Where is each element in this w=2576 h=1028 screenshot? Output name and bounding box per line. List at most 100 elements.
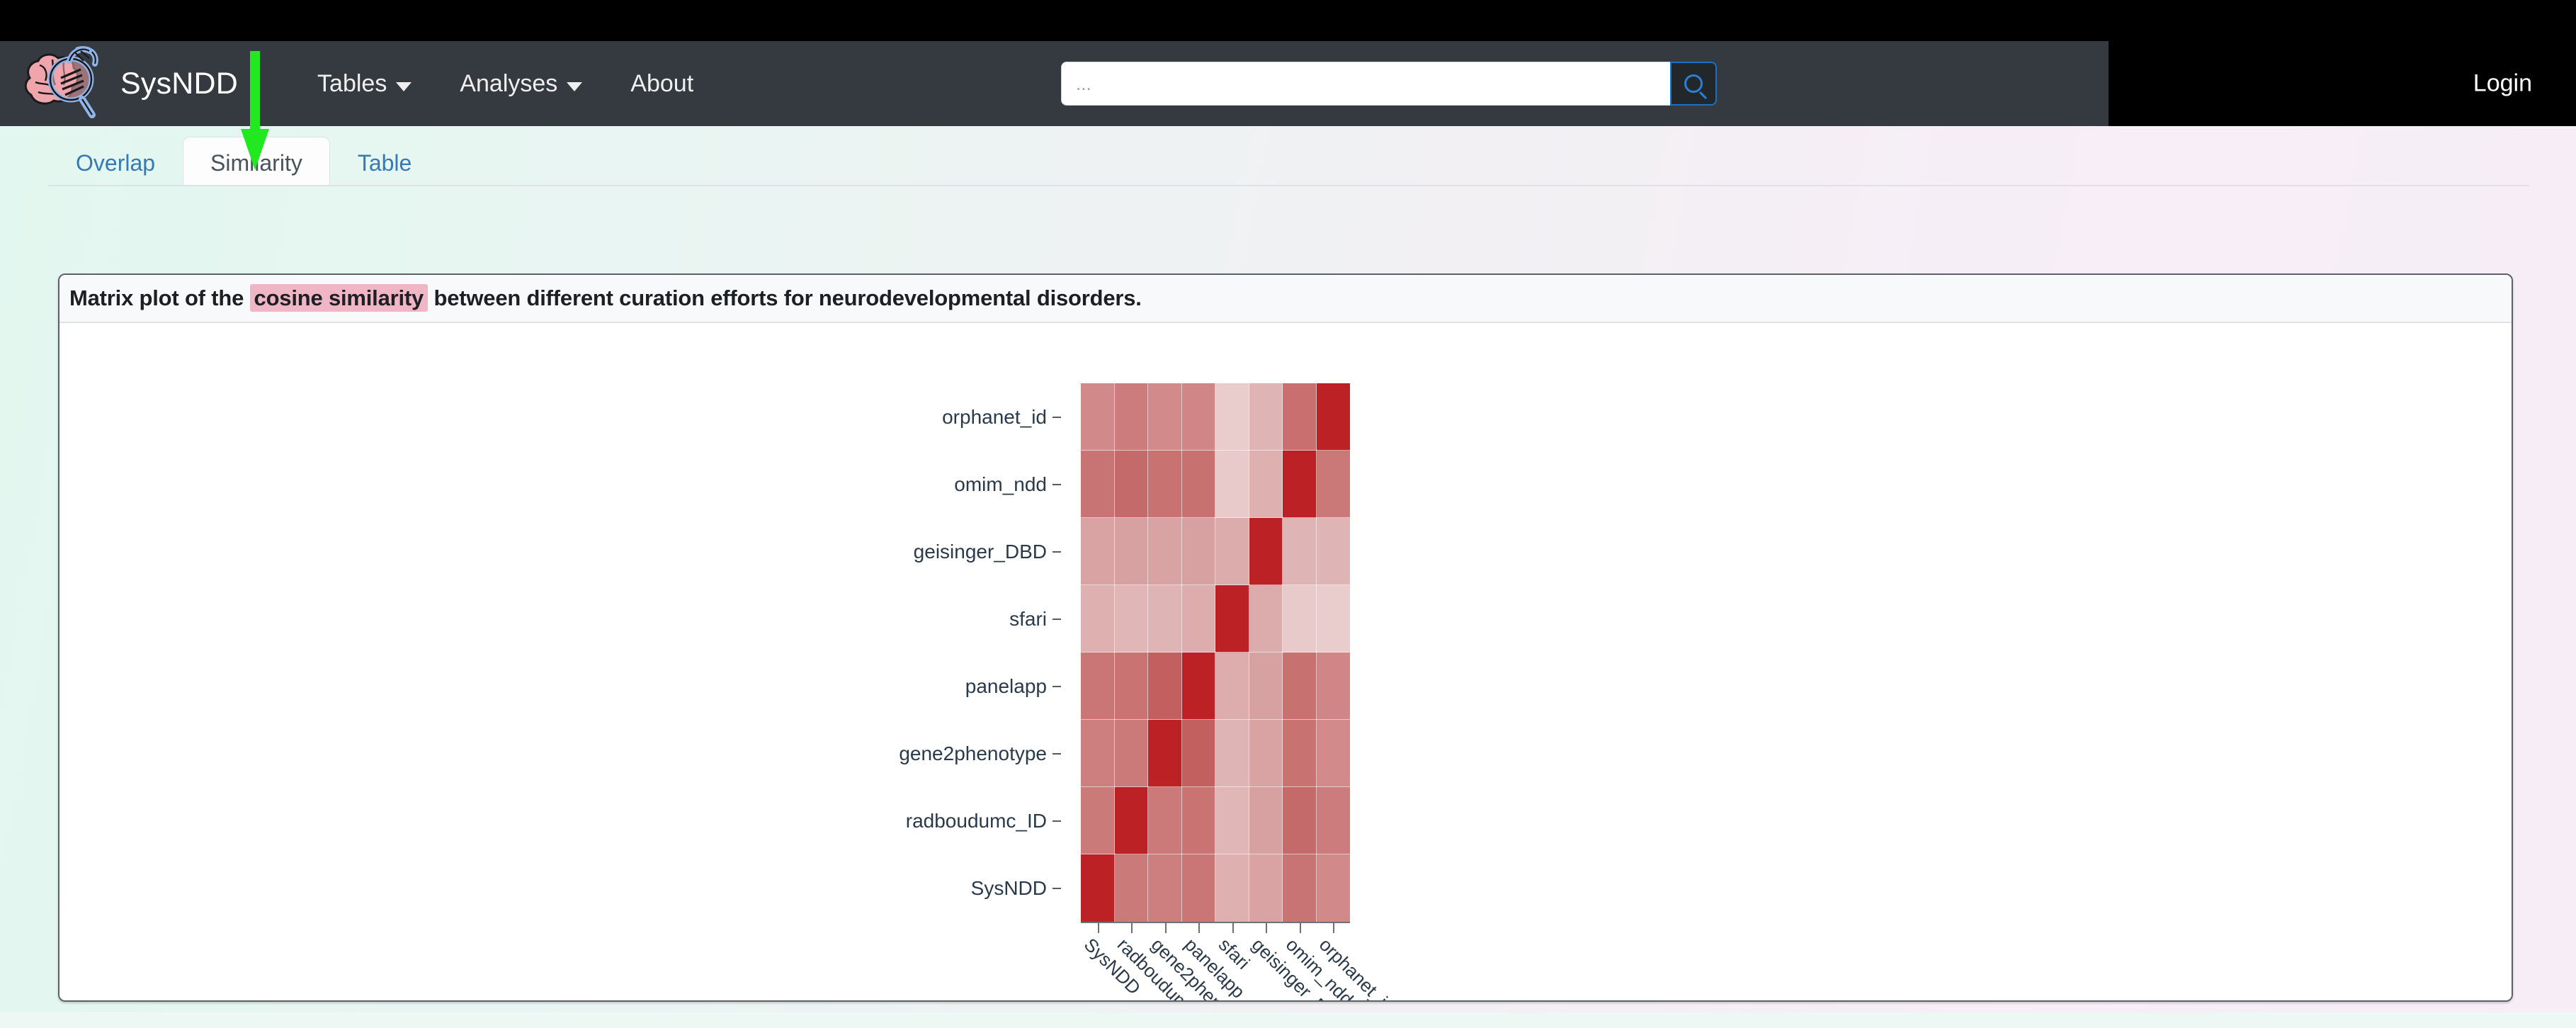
heatmap-cell[interactable] (1248, 652, 1283, 721)
card-title-suffix: between different curation efforts for n… (428, 286, 1142, 310)
heatmap-cell[interactable] (1282, 383, 1317, 451)
brand-title: SysNDD (120, 66, 239, 101)
heatmap-y-label: orphanet_id (803, 383, 1067, 451)
heatmap-cell[interactable] (1315, 584, 1351, 653)
heatmap-cell[interactable] (1282, 517, 1317, 586)
nav-item-tables-label: Tables (317, 69, 387, 97)
heatmap-cell[interactable] (1215, 719, 1250, 788)
heatmap-x-tick (1333, 923, 1335, 933)
heatmap-cell[interactable] (1315, 450, 1351, 519)
search-icon (1684, 74, 1703, 93)
heatmap-cell[interactable] (1080, 854, 1116, 922)
heatmap-cell[interactable] (1282, 786, 1317, 855)
heatmap-cell[interactable] (1181, 450, 1216, 519)
heatmap-cell[interactable] (1113, 786, 1149, 855)
heatmap-cell[interactable] (1181, 719, 1216, 788)
brand-link[interactable]: SysNDD (18, 45, 238, 122)
heatmap-cell[interactable] (1282, 652, 1317, 721)
heatmap-cell[interactable] (1315, 652, 1351, 721)
login-link[interactable]: Login (2473, 70, 2532, 98)
heatmap-cell[interactable] (1113, 450, 1149, 519)
heatmap-cell[interactable] (1147, 584, 1183, 653)
heatmap-cell[interactable] (1282, 719, 1317, 788)
heatmap-cell[interactable] (1147, 786, 1183, 855)
heatmap-cell[interactable] (1181, 786, 1216, 855)
heatmap-cell[interactable] (1181, 652, 1216, 721)
heatmap-cell[interactable] (1181, 383, 1216, 451)
heatmap-y-label-text: radboudumc_ID (905, 809, 1047, 832)
heatmap-x-tick (1164, 923, 1167, 933)
heatmap-cell[interactable] (1215, 383, 1250, 451)
heatmap-cell[interactable] (1181, 584, 1216, 653)
heatmap-cell[interactable] (1215, 517, 1250, 586)
heatmap-cell[interactable] (1147, 854, 1183, 922)
heatmap-cell[interactable] (1113, 383, 1149, 451)
nav-item-analyses-label: Analyses (460, 69, 558, 97)
heatmap-cell[interactable] (1215, 854, 1250, 922)
heatmap-cell[interactable] (1113, 584, 1149, 653)
heatmap-y-tick (1052, 550, 1061, 553)
analysis-tabs: Overlap Similarity Table (0, 126, 2576, 186)
search-button[interactable] (1670, 62, 1717, 106)
heatmap-cell[interactable] (1080, 584, 1116, 653)
heatmap-cell[interactable] (1315, 383, 1351, 451)
heatmap-cell[interactable] (1113, 854, 1149, 922)
heatmap-cell[interactable] (1080, 786, 1116, 855)
heatmap-x-tick (1299, 923, 1301, 933)
heatmap-cell[interactable] (1248, 517, 1283, 586)
heatmap-cell[interactable] (1248, 383, 1283, 451)
heatmap-cell[interactable] (1113, 652, 1149, 721)
similarity-heatmap-plot: orphanet_id omim_ndd geisinger_DBD sfari pan… (803, 323, 1724, 1000)
nav-item-about[interactable]: About (606, 60, 717, 108)
heatmap-cell[interactable] (1080, 450, 1116, 519)
heatmap-cell[interactable] (1248, 786, 1283, 855)
heatmap-cell[interactable] (1215, 450, 1250, 519)
heatmap-x-tick (1097, 923, 1099, 933)
heatmap-x-tick (1266, 923, 1268, 933)
heatmap-cell[interactable] (1248, 854, 1283, 922)
heatmap-cell[interactable] (1147, 719, 1183, 788)
heatmap-cell[interactable] (1181, 854, 1216, 922)
heatmap-cell[interactable] (1181, 517, 1216, 586)
heatmap-cell[interactable] (1282, 450, 1317, 519)
heatmap-y-tick (1052, 887, 1061, 889)
heatmap-cell[interactable] (1147, 383, 1183, 451)
nav-item-tables[interactable]: Tables (293, 60, 436, 108)
main-navbar: SysNDD Tables Analyses About Login (0, 41, 2576, 126)
heatmap-cell[interactable] (1147, 450, 1183, 519)
heatmap-cell[interactable] (1315, 786, 1351, 855)
heatmap-y-label: radboudumc_ID (803, 787, 1067, 854)
heatmap-x-tick (1131, 923, 1133, 933)
heatmap-cell[interactable] (1315, 854, 1351, 922)
heatmap-cell[interactable] (1315, 517, 1351, 586)
heatmap-cell[interactable] (1282, 854, 1317, 922)
heatmap-y-label: omim_ndd (803, 451, 1067, 518)
heatmap-cell[interactable] (1113, 517, 1149, 586)
heatmap-cell[interactable] (1248, 450, 1283, 519)
chevron-down-icon (567, 81, 583, 91)
heatmap-y-tick (1052, 685, 1061, 687)
heatmap-cell[interactable] (1080, 719, 1116, 788)
heatmap-y-label-text: omim_ndd (954, 473, 1047, 495)
heatmap-cell[interactable] (1080, 383, 1116, 451)
heatmap-y-label-text: gene2phenotype (899, 742, 1047, 764)
tab-similarity[interactable]: Similarity (183, 137, 330, 186)
heatmap-cell[interactable] (1080, 517, 1116, 586)
nav-item-analyses[interactable]: Analyses (436, 60, 606, 108)
heatmap-cell[interactable] (1113, 719, 1149, 788)
heatmap-cell[interactable] (1215, 584, 1250, 653)
tab-overlap[interactable]: Overlap (48, 137, 183, 186)
heatmap-cell[interactable] (1248, 719, 1283, 788)
heatmap-cell[interactable] (1215, 786, 1250, 855)
heatmap-cell[interactable] (1315, 719, 1351, 788)
card-header: Matrix plot of the cosine similarity bet… (59, 275, 2512, 323)
heatmap-cell[interactable] (1080, 652, 1116, 721)
heatmap-cell[interactable] (1248, 584, 1283, 653)
heatmap-cell[interactable] (1147, 517, 1183, 586)
tab-table[interactable]: Table (330, 137, 440, 186)
heatmap-cell[interactable] (1147, 652, 1183, 721)
heatmap-cell[interactable] (1282, 584, 1317, 653)
search-input[interactable] (1061, 62, 1670, 106)
heatmap-y-label-text: geisinger_DBD (913, 540, 1047, 563)
heatmap-cell[interactable] (1215, 652, 1250, 721)
